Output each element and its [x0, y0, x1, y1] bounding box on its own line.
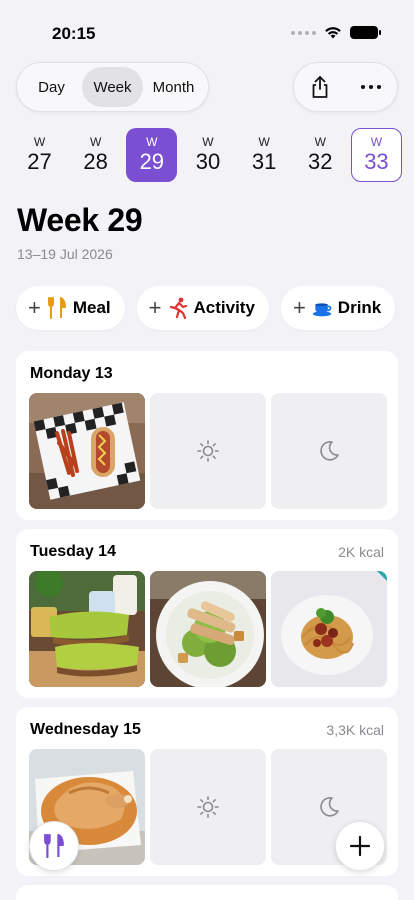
week-30[interactable]: W 30 [182, 128, 233, 182]
battery-icon [350, 26, 381, 39]
week-prefix: W [314, 135, 326, 149]
week-tab[interactable]: Week [82, 67, 143, 107]
add-meal-label: Meal [72, 298, 111, 317]
week-prefix: W [89, 135, 102, 149]
week-number: 33 [364, 149, 389, 174]
empty-meal-slot-afternoon[interactable] [150, 393, 266, 509]
plus-icon: + [28, 295, 41, 320]
status-time: 20:15 [52, 24, 96, 43]
meal-tiles [29, 393, 387, 509]
week-prefix: W [146, 135, 158, 149]
week-prefix: W [258, 135, 270, 149]
day-title: Monday 13 [30, 365, 113, 382]
meal-photo-fries-hotdog[interactable] [29, 393, 145, 509]
plus-icon: + [148, 295, 162, 320]
week-33[interactable]: W 33 [350, 128, 402, 182]
more-icon [361, 85, 382, 89]
sun-icon [197, 796, 219, 818]
wifi-icon [325, 27, 341, 39]
meal-tiles [29, 571, 387, 687]
meal-tiles [29, 749, 387, 865]
fork-knife-icon [44, 833, 64, 859]
date-range: 13–19 Jul 2026 [17, 246, 113, 262]
toolbar-actions [293, 62, 398, 112]
month-tab[interactable]: Month [143, 67, 204, 107]
week-number: 31 [251, 149, 277, 174]
week-number: 32 [308, 149, 333, 174]
week-number: 28 [83, 149, 108, 174]
week-32[interactable]: W 32 [295, 128, 346, 182]
day-kcal: 3,3K kcal [326, 722, 384, 738]
week-picker: W 27 W 28 W 29 W 30 W 31 W 32 W 33 [14, 128, 402, 184]
week-prefix: W [202, 135, 214, 149]
fork-knife-icon [47, 297, 66, 319]
day-card-monday: Monday 13 [16, 351, 398, 520]
week-27[interactable]: W 27 [14, 128, 65, 182]
meal-photo-spaghetti-bolognese[interactable] [271, 571, 387, 687]
food-photo [150, 571, 266, 687]
day-card-tuesday: Tuesday 14 2K kcal [16, 529, 398, 698]
share-icon [312, 76, 328, 98]
day-title: Wednesday 15 [30, 721, 141, 738]
add-activity-label: Activity [193, 298, 255, 317]
coffee-cup-icon [312, 303, 332, 317]
moon-icon [320, 441, 339, 461]
add-entry-fab[interactable] [335, 821, 385, 871]
quick-add-bar: + Meal + Activity + Drink [16, 286, 396, 330]
week-number: 30 [195, 149, 221, 174]
page-title: Week 29 [17, 202, 143, 238]
week-prefix: W [370, 135, 383, 149]
view-mode-selector: Day Week Month [16, 62, 209, 112]
week-number: 27 [27, 149, 52, 174]
day-kcal: 2K kcal [338, 544, 384, 560]
share-button[interactable] [294, 63, 346, 111]
moon-icon [320, 797, 339, 817]
day-title: Tuesday 14 [30, 543, 116, 560]
add-drink-button[interactable]: + Drink [280, 286, 396, 330]
food-photo [29, 571, 145, 687]
add-drink-label: Drink [337, 298, 382, 317]
status-icons [291, 26, 381, 39]
status-bar: 20:15 [0, 0, 414, 60]
add-activity-button[interactable]: + Activity [136, 286, 269, 330]
runner-icon [169, 297, 187, 319]
signal-icon [291, 30, 316, 35]
meal-photo-avocado-toast[interactable] [29, 571, 145, 687]
add-meal-button[interactable]: + Meal [16, 286, 125, 330]
sun-icon [197, 440, 219, 462]
day-tab[interactable]: Day [21, 67, 82, 107]
day-card-thursday [16, 885, 398, 900]
food-photo [271, 571, 387, 687]
plus-icon [349, 835, 371, 857]
empty-meal-slot-afternoon[interactable] [150, 749, 266, 865]
week-number: 29 [139, 149, 165, 174]
meals-fab[interactable] [29, 821, 79, 871]
meal-photo-caesar-salad[interactable] [150, 571, 266, 687]
plus-icon: + [292, 295, 306, 320]
more-button[interactable] [346, 63, 398, 111]
week-28[interactable]: W 28 [70, 128, 121, 182]
week-31[interactable]: W 31 [239, 128, 290, 182]
week-prefix: W [33, 135, 46, 149]
week-29[interactable]: W 29 [126, 128, 178, 182]
food-photo [29, 393, 145, 509]
empty-meal-slot-evening[interactable] [271, 393, 387, 509]
